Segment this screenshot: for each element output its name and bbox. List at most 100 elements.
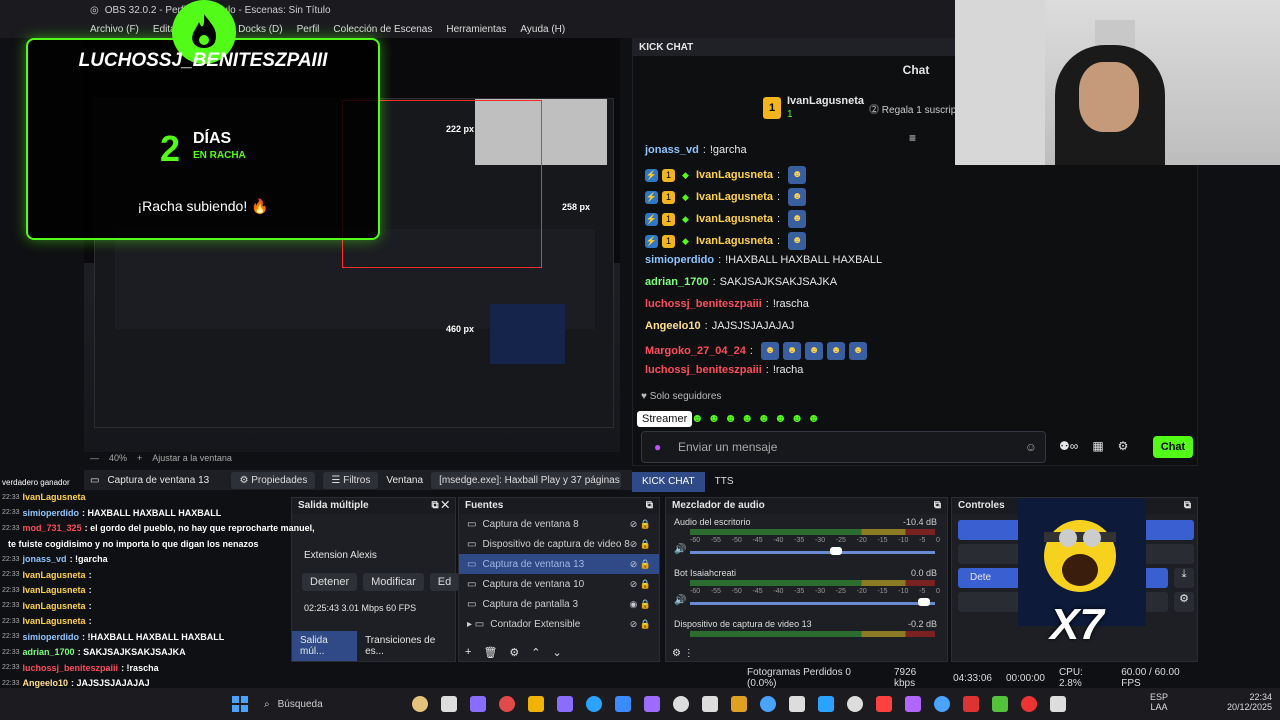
visibility-lock-icons[interactable]: ⊘ 🔒 <box>630 619 651 630</box>
source-item[interactable]: ▭ Captura de ventana 8 ⊘ 🔒 <box>459 514 659 534</box>
chat-message: jonass_vd: !garcha <box>645 144 747 156</box>
taskbar-app-icon[interactable] <box>963 696 979 712</box>
taskbar-app-icon[interactable] <box>934 696 950 712</box>
chat-username[interactable]: adrian_1700 <box>645 276 709 288</box>
windows-start-icon[interactable] <box>232 696 248 712</box>
gift-sub-text[interactable]: ⓶ Regala 1 suscrip <box>869 101 956 116</box>
move-up-icon[interactable]: ⌃ <box>531 646 540 659</box>
mixer-settings-icon[interactable]: ⚙ ⋮ <box>672 648 694 659</box>
menu-item[interactable]: Ayuda (H) <box>520 24 565 35</box>
tab-tts[interactable]: TTS <box>705 472 744 492</box>
chat-username[interactable]: simioperdido <box>645 254 714 266</box>
zoom-out-icon[interactable]: — <box>90 453 99 463</box>
taskbar-app-icon[interactable] <box>905 696 921 712</box>
taskbar-clock[interactable]: 22:34 20/12/2025 <box>1218 692 1272 712</box>
taskbar-app-icon[interactable] <box>586 696 602 712</box>
taskbar-app-icon[interactable] <box>644 696 660 712</box>
add-source-icon[interactable]: + <box>465 646 471 659</box>
taskbar-app-icon[interactable] <box>470 696 486 712</box>
mic-icon[interactable]: ● <box>654 440 661 454</box>
chat-username[interactable]: IvanLagusneta <box>696 235 773 247</box>
chat-username[interactable]: IvanLagusneta <box>696 169 773 181</box>
emote-bar[interactable]: ☻☻☻☻☻☻☻☻ <box>691 411 824 425</box>
emoji-icon[interactable]: ☺ <box>1025 440 1037 454</box>
taskbar-app-icon[interactable] <box>847 696 863 712</box>
taskbar-app-icon[interactable] <box>992 696 1008 712</box>
source-item[interactable]: ▭ Captura de ventana 10 ⊘ 🔒 <box>459 574 659 594</box>
zoom-in-icon[interactable]: + <box>137 453 142 463</box>
overlay-chat-text: : <box>88 585 92 595</box>
taskbar-app-icon[interactable] <box>1050 696 1066 712</box>
menu-icon[interactable]: ≡ <box>909 131 916 145</box>
dock-float-icon[interactable]: ⧉ <box>1184 500 1191 512</box>
source-item[interactable]: ▭ Dispositivo de captura de video 8 ⊘ 🔒 <box>459 534 659 554</box>
taskbar-app-icon[interactable] <box>615 696 631 712</box>
filters-button[interactable]: ☰ Filtros <box>323 471 379 489</box>
pinned-username[interactable]: IvanLagusneta <box>787 95 864 107</box>
chat-send-button[interactable]: Chat <box>1153 436 1193 458</box>
taskbar-search[interactable]: ⌕ Búsqueda <box>258 694 398 714</box>
users-icon[interactable]: ⚉∞ <box>1059 439 1078 453</box>
dock-float-icon[interactable]: ⧉ ✕ <box>431 500 449 512</box>
speaker-icon[interactable]: 🔊 <box>674 595 686 606</box>
window-icon: ▭ <box>467 518 477 530</box>
store-icon[interactable]: ▦ <box>1092 439 1103 453</box>
visibility-lock-icons[interactable]: ⊘ 🔒 <box>630 559 651 570</box>
dock-float-icon[interactable]: ⧉ <box>646 500 653 512</box>
taskbar-app-icon[interactable] <box>876 696 892 712</box>
chat-username[interactable]: IvanLagusneta <box>696 191 773 203</box>
menu-item[interactable]: Herramientas <box>446 24 506 35</box>
visibility-lock-icons[interactable]: ⊘ 🔒 <box>630 539 651 550</box>
source-item[interactable]: ▭ Captura de ventana 13 ⊘ 🔒 <box>459 554 659 574</box>
taskbar-app-icon[interactable] <box>702 696 718 712</box>
chat-username[interactable]: IvanLagusneta <box>696 213 773 225</box>
menu-item[interactable]: Archivo (F) <box>90 24 139 35</box>
volume-slider[interactable] <box>690 551 935 554</box>
visibility-lock-icons[interactable]: ⊘ 🔒 <box>630 519 651 530</box>
taskbar-app-icon[interactable] <box>673 696 689 712</box>
tab-kick-chat[interactable]: KICK CHAT <box>632 472 705 492</box>
language-indicator[interactable]: ESP LAA <box>1150 692 1168 712</box>
taskbar-app-icon[interactable] <box>1021 696 1037 712</box>
download-icon[interactable]: ⤓ <box>1174 568 1194 588</box>
move-down-icon[interactable]: ⌄ <box>553 646 562 659</box>
visibility-lock-icons[interactable]: ⊘ 🔒 <box>630 579 651 590</box>
window-select[interactable]: [msedge.exe]: Haxball Play y 37 páginas … <box>431 471 622 489</box>
taskbar-app-icon[interactable] <box>528 696 544 712</box>
taskbar-app-icon[interactable] <box>557 696 573 712</box>
menu-item[interactable]: Docks (D) <box>238 24 282 35</box>
volume-slider[interactable] <box>690 602 935 605</box>
volume-knob[interactable] <box>918 598 930 606</box>
taskbar-app-icon[interactable] <box>412 696 428 712</box>
chat-username[interactable]: Margoko_27_04_24 <box>645 345 746 357</box>
fit-to-window[interactable]: Ajustar a la ventana <box>152 453 232 463</box>
dock-float-icon[interactable]: ⧉ <box>934 500 941 512</box>
tab-transiciones[interactable]: Transiciones de es... <box>357 631 455 661</box>
taskbar-app-icon[interactable] <box>441 696 457 712</box>
edit-button[interactable]: Ed <box>429 573 460 591</box>
taskbar-app-icon[interactable] <box>818 696 834 712</box>
modify-button[interactable]: Modificar <box>363 573 424 591</box>
chat-username[interactable]: luchossj_beniteszpaiii <box>645 298 762 310</box>
gear-icon[interactable]: ⚙ <box>1174 592 1194 612</box>
overlay-chat-line: 22:33 simioperdido: !HAXBALL HAXBALL HAXB… <box>2 632 224 642</box>
chat-username[interactable]: Angeelo10 <box>645 320 701 332</box>
delete-source-icon[interactable]: 🗑 <box>483 646 497 659</box>
message-input[interactable]: ● Enviar un mensaje ☺ <box>641 431 1046 463</box>
volume-knob[interactable] <box>830 547 842 555</box>
taskbar-app-icon[interactable] <box>789 696 805 712</box>
taskbar-app-icon[interactable] <box>499 696 515 712</box>
minion-emote-icon: ☻ <box>848 342 867 360</box>
taskbar-app-icon[interactable] <box>760 696 776 712</box>
menu-item[interactable]: Perfil <box>297 24 320 35</box>
chat-username[interactable]: jonass_vd <box>645 144 699 156</box>
source-item[interactable]: ▸ ▭ Contador Extensible ⊘ 🔒 <box>459 614 659 634</box>
visibility-lock-icons[interactable]: ◉ 🔒 <box>629 599 651 610</box>
speaker-icon[interactable]: 🔊 <box>674 544 686 555</box>
source-settings-icon[interactable]: ⚙ <box>509 646 519 659</box>
menu-item[interactable]: Colección de Escenas <box>333 24 432 35</box>
chat-username[interactable]: luchossj_beniteszpaiii <box>645 364 762 376</box>
taskbar-app-icon[interactable] <box>731 696 747 712</box>
source-item[interactable]: ▭ Captura de pantalla 3 ◉ 🔒 <box>459 594 659 614</box>
settings-icon[interactable]: ⚙ <box>1118 439 1129 453</box>
